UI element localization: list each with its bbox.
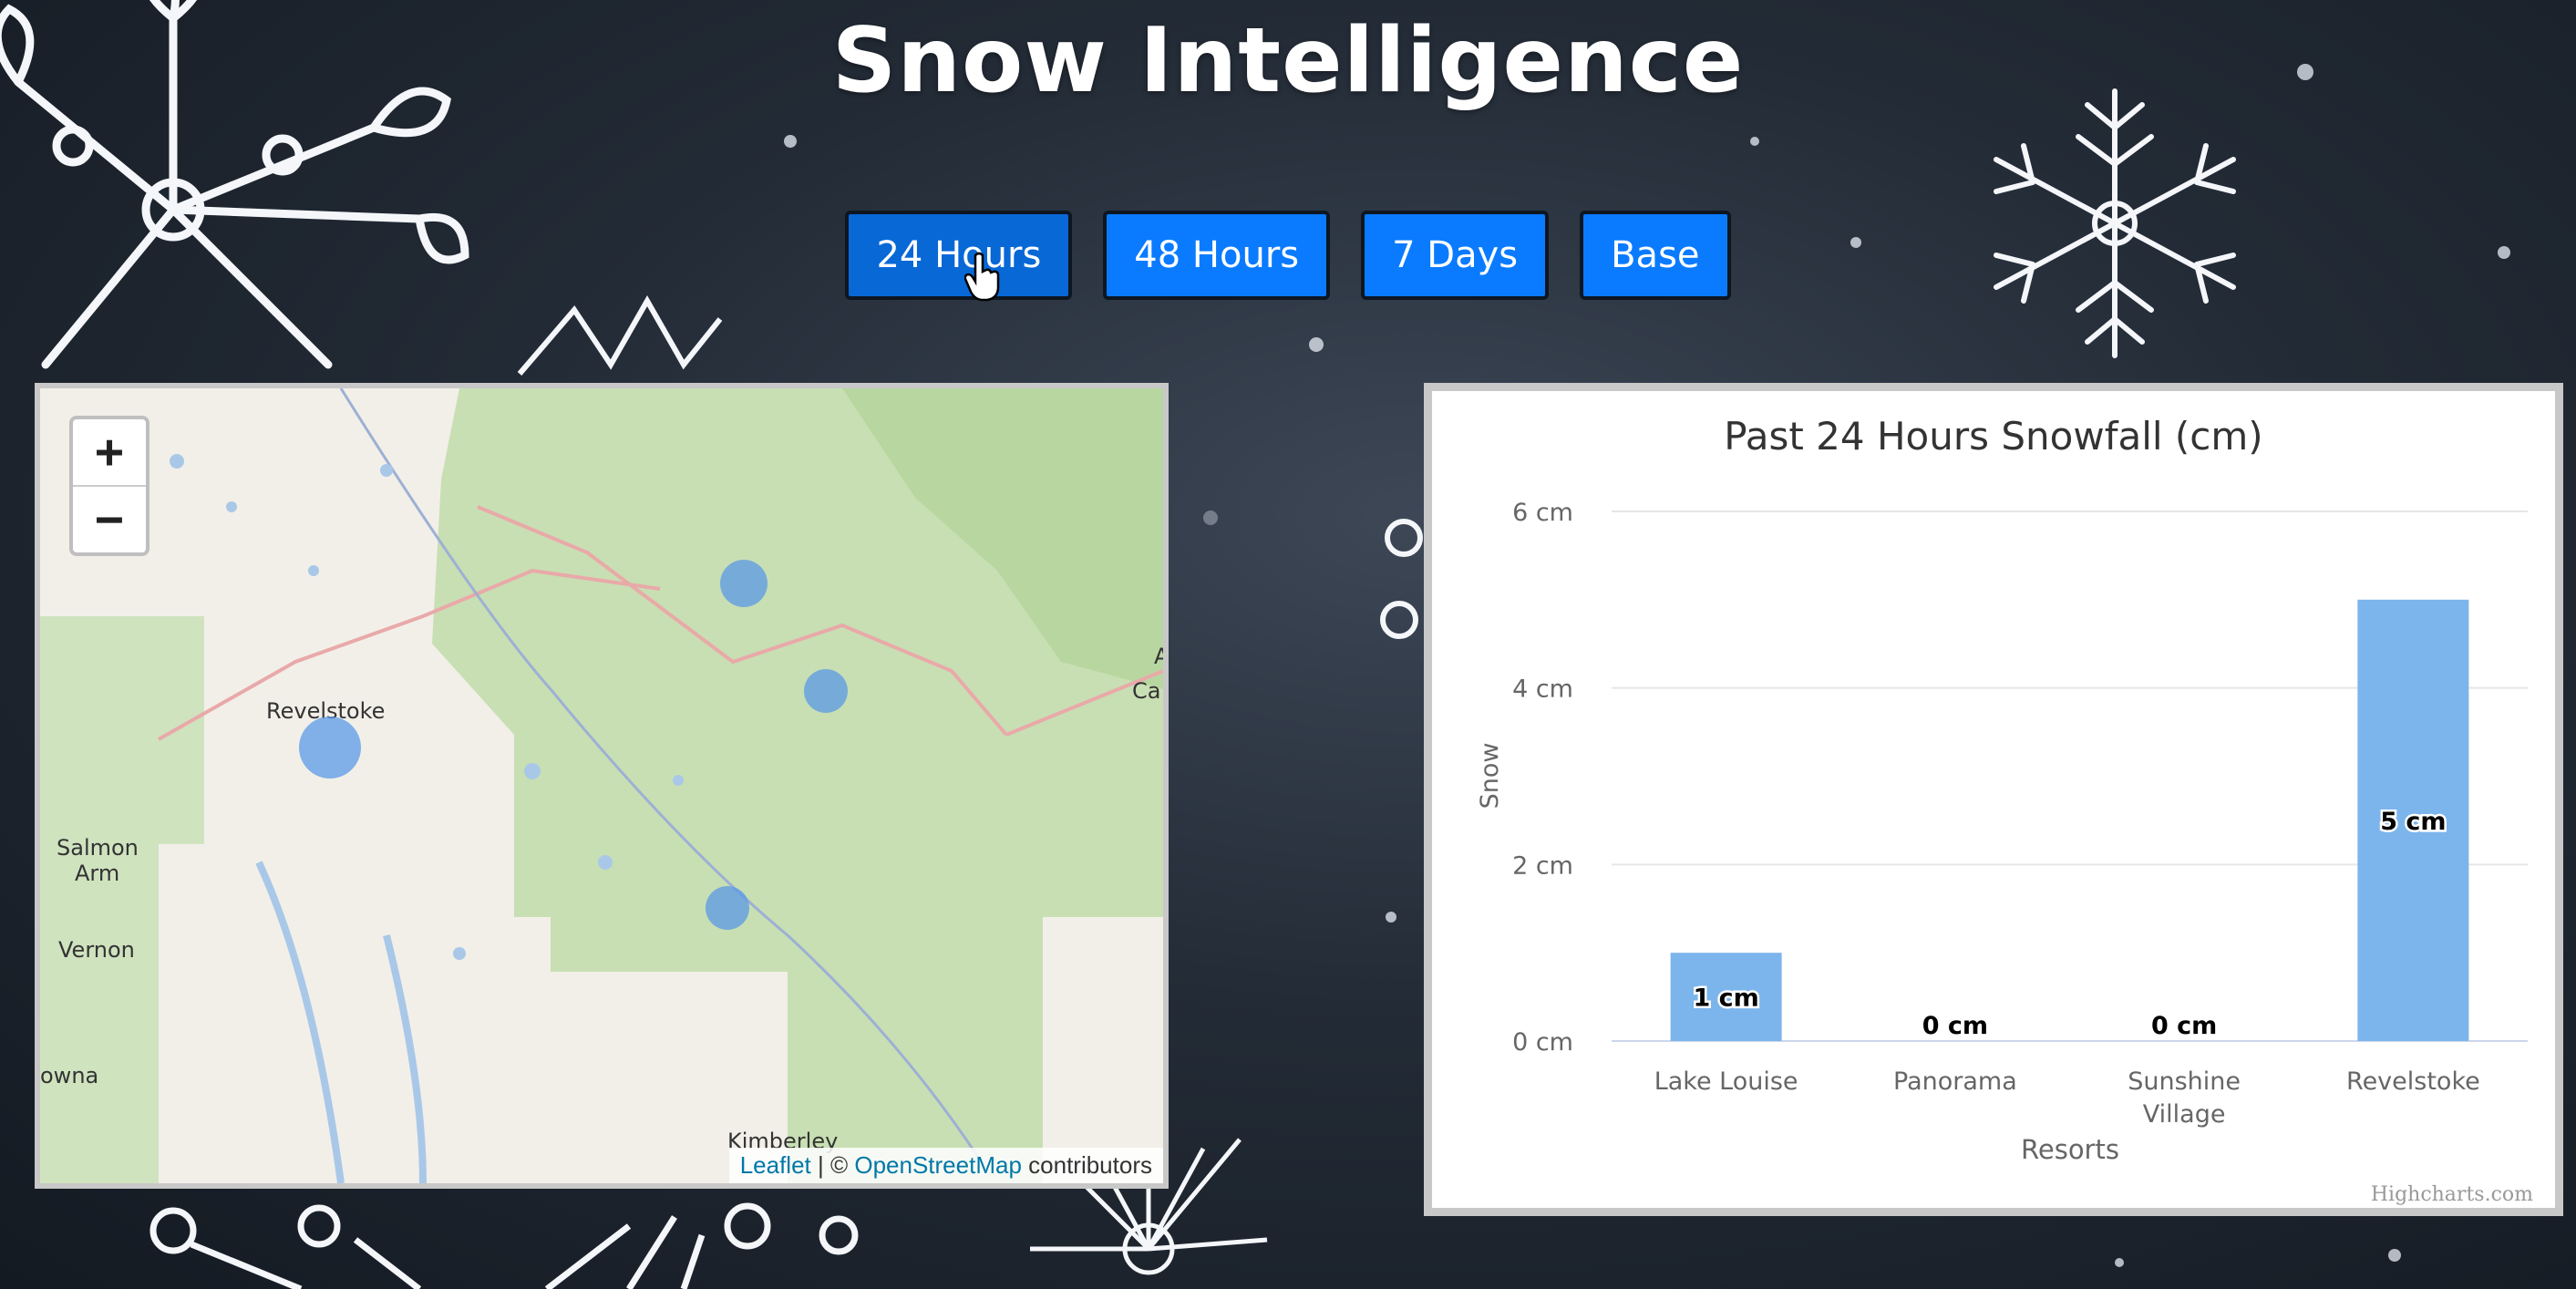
- snowflake-decoration-icon: [517, 294, 723, 376]
- zoom-control: + −: [69, 416, 149, 556]
- data-label: 0 cm: [1922, 1012, 1988, 1040]
- x-tick-label: Revelstoke: [2346, 1067, 2480, 1096]
- y-tick-label: 0 cm: [1512, 1028, 1573, 1057]
- attribution-contributors: contributors: [1021, 1151, 1152, 1179]
- chart-title: Past 24 Hours Snowfall (cm): [1724, 414, 2262, 459]
- map-attribution: Leaflet | © OpenStreetMap contributors: [728, 1148, 1163, 1183]
- chart-credits: Highcharts.com: [2371, 1183, 2533, 1206]
- y-tick-label: 6 cm: [1512, 499, 1573, 527]
- 24-hours-button[interactable]: 24 Hours: [845, 211, 1073, 300]
- time-range-buttons: 24 Hours 48 Hours 7 Days Base: [0, 211, 2576, 300]
- openstreetmap-link[interactable]: OpenStreetMap: [854, 1151, 1022, 1179]
- data-label: 1 cm: [1693, 985, 1758, 1013]
- snowfall-chart-svg: Past 24 Hours Snowfall (cm) 0 cm 2 cm 4 cm 6…: [1476, 414, 2533, 1206]
- 48-hours-button[interactable]: 48 Hours: [1103, 211, 1331, 300]
- map-label-kelowna: owna: [40, 1063, 99, 1088]
- 7-days-button[interactable]: 7 Days: [1361, 211, 1550, 300]
- hand-cursor-icon: [964, 252, 1000, 302]
- base-button[interactable]: Base: [1580, 211, 1731, 300]
- snowfall-chart: Past 24 Hours Snowfall (cm) 0 cm 2 cm 4 cm 6…: [1424, 383, 2563, 1216]
- y-tick-label: 2 cm: [1512, 851, 1573, 880]
- data-label: 5 cm: [2380, 808, 2446, 836]
- map-label-calgary: Ca: [1132, 678, 1161, 704]
- attribution-separator: | ©: [810, 1151, 855, 1179]
- x-tick-label: Lake Louise: [1654, 1067, 1798, 1096]
- x-axis-title: Resorts: [2021, 1134, 2119, 1165]
- map-label-salmon: Salmon: [57, 835, 139, 861]
- y-tick-label: 4 cm: [1512, 675, 1573, 704]
- page-title: Snow Intelligence: [831, 9, 1745, 113]
- x-tick-label: Panorama: [1893, 1067, 2017, 1096]
- snowflake-decoration-icon: [1380, 519, 1423, 639]
- map-label-revelstoke: Revelstoke: [266, 698, 386, 724]
- snowflake-decoration-icon: [149, 1202, 859, 1289]
- zoom-out-button[interactable]: −: [73, 485, 146, 552]
- data-label: 0 cm: [2151, 1012, 2217, 1040]
- zoom-in-button[interactable]: +: [73, 419, 146, 485]
- resort-map[interactable]: + − Revelstoke Salmon Arm Vernon owna Ki…: [35, 383, 1169, 1189]
- map-tiles[interactable]: [40, 388, 1163, 1183]
- x-tick-label: Sunshine: [2128, 1067, 2241, 1096]
- x-tick-label: Village: [2143, 1100, 2226, 1129]
- leaflet-link[interactable]: Leaflet: [740, 1151, 811, 1179]
- map-label-arm: Arm: [75, 861, 120, 886]
- map-label-vernon: Vernon: [58, 937, 135, 963]
- map-label-calgary-a: A: [1154, 644, 1169, 669]
- y-axis-title: Snow: [1476, 743, 1504, 809]
